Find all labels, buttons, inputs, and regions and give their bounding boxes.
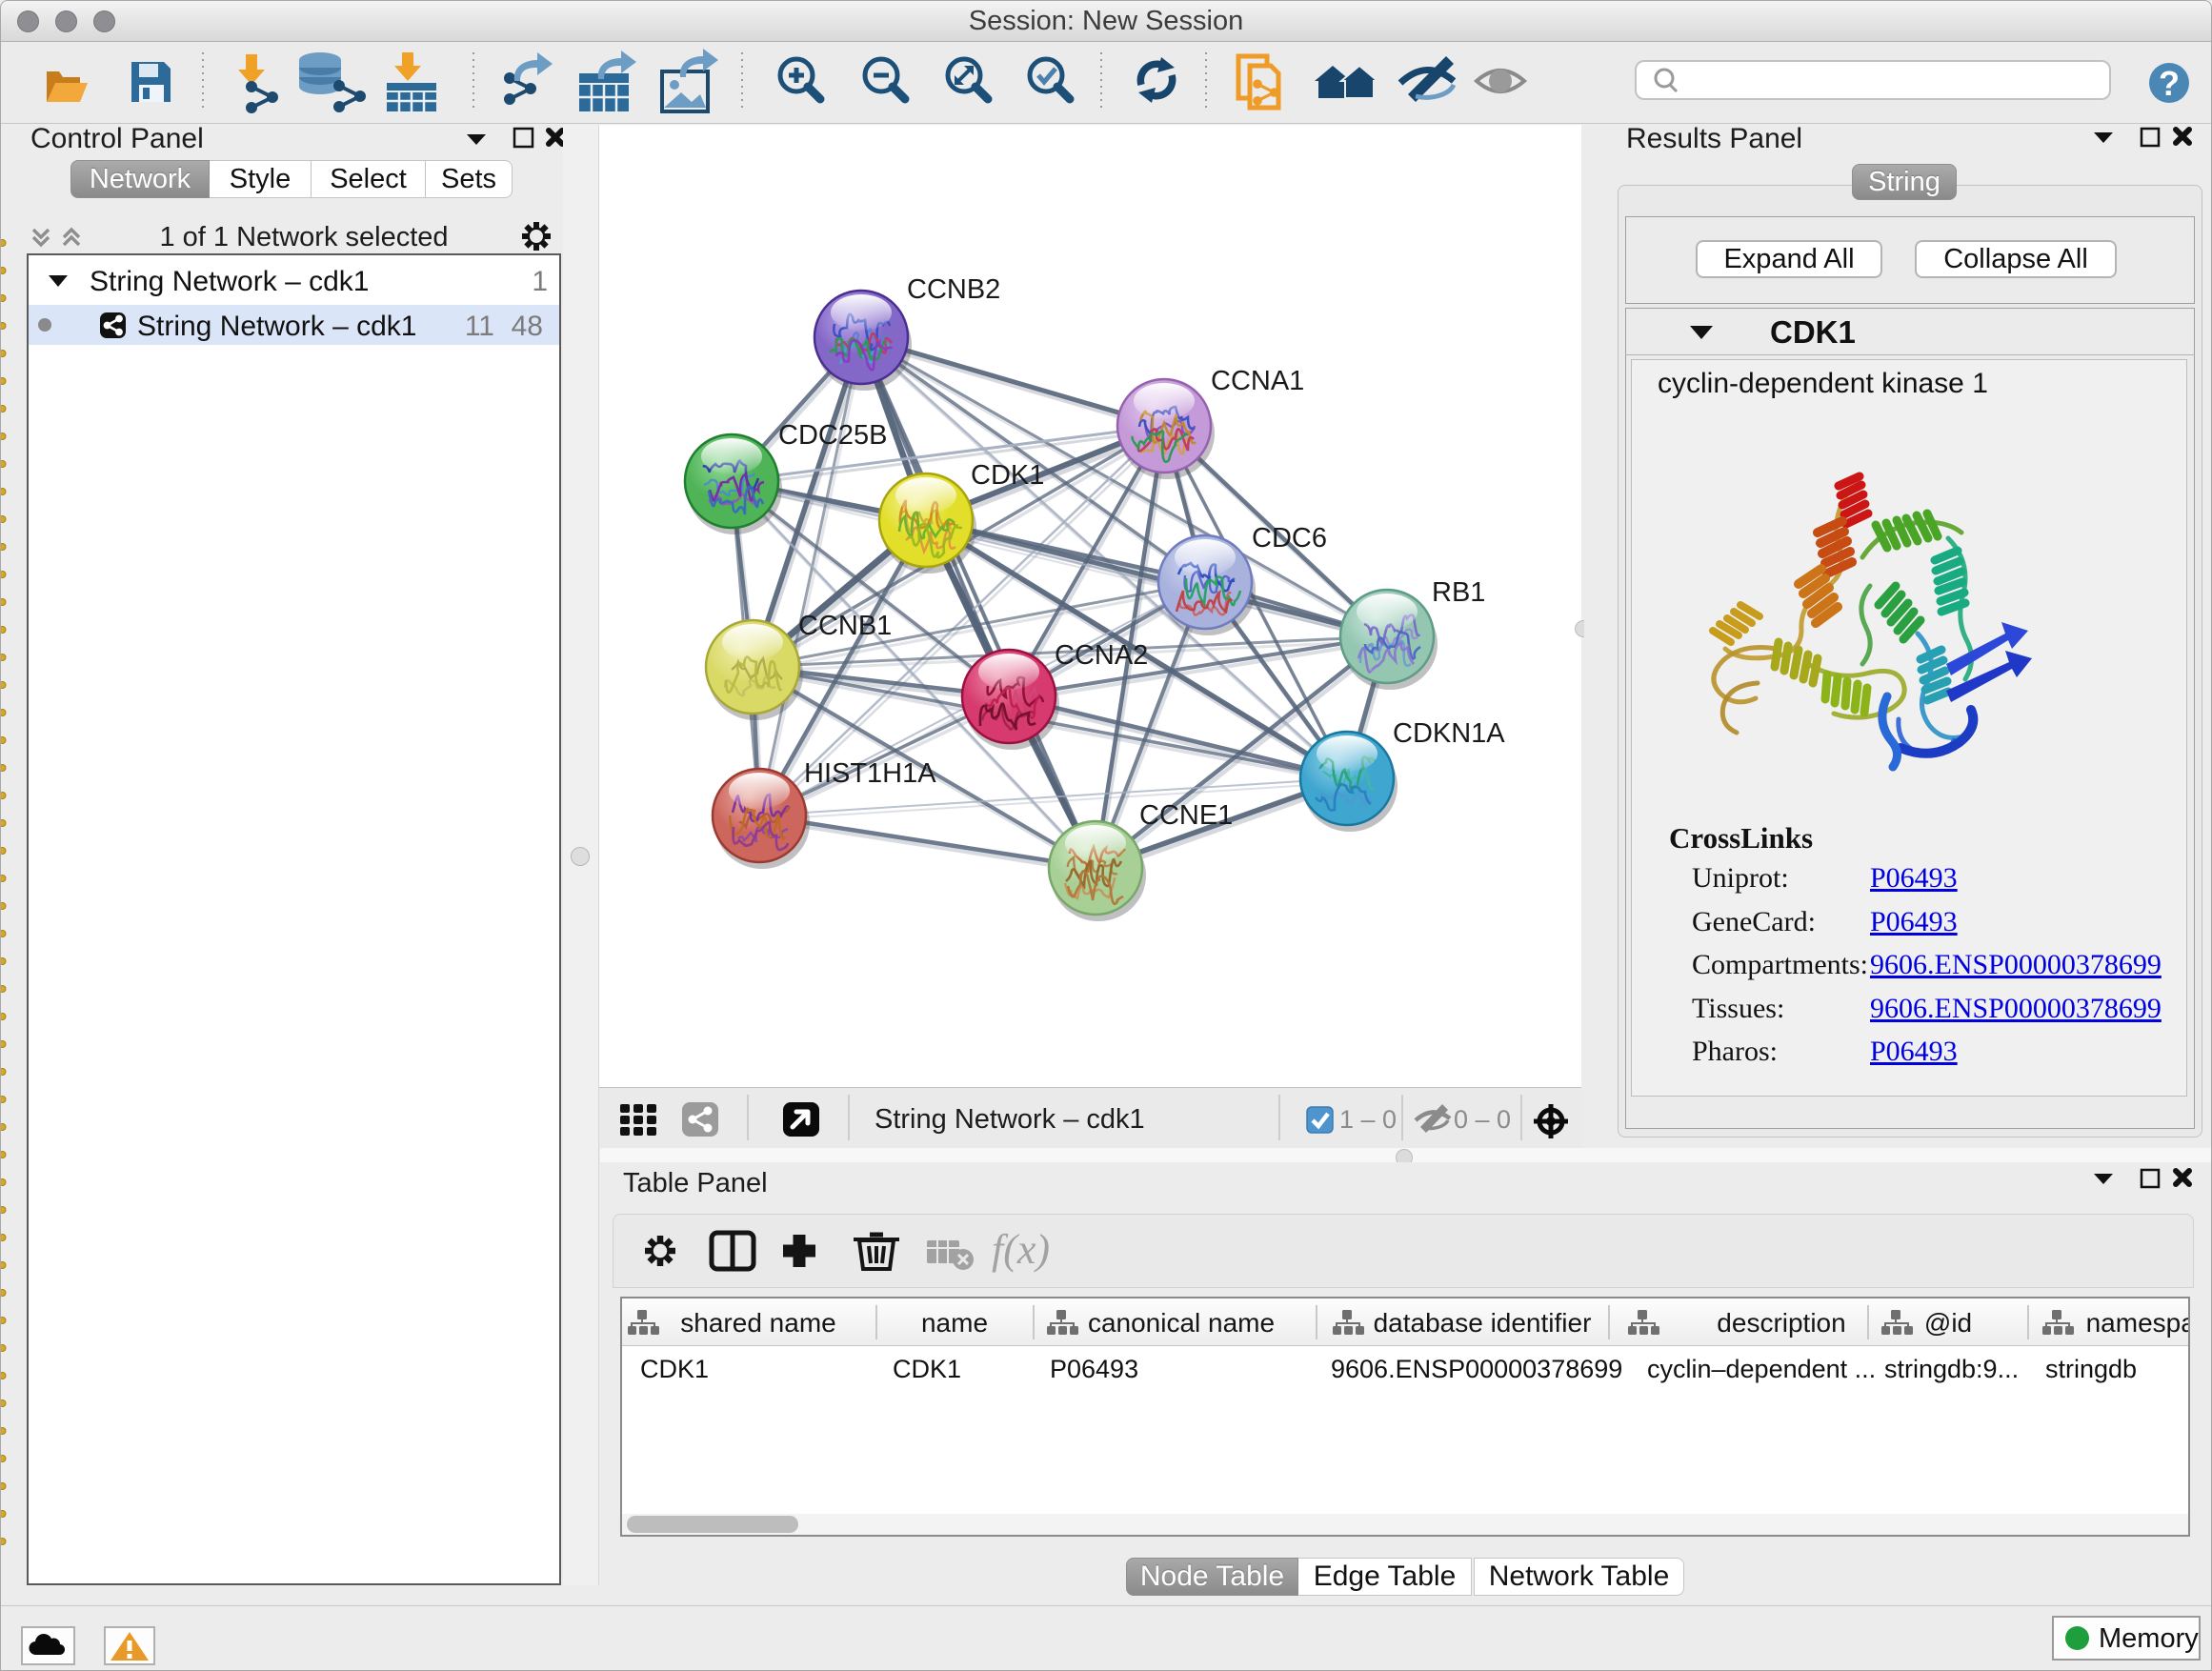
svg-text:CCNB2: CCNB2	[907, 274, 1000, 305]
svg-text:name: name	[921, 1308, 988, 1338]
svg-text:CDK1: CDK1	[640, 1355, 709, 1383]
svg-text:1 of 1 Network selected: 1 of 1 Network selected	[159, 222, 448, 252]
svg-text:0 – 0: 0 – 0	[1454, 1105, 1511, 1134]
svg-text:48: 48	[512, 311, 543, 342]
svg-text:?: ?	[2159, 64, 2180, 103]
svg-text:CDK1: CDK1	[893, 1355, 961, 1383]
svg-text:String Network – cdk1: String Network – cdk1	[875, 1104, 1145, 1135]
svg-text:HIST1H1A: HIST1H1A	[804, 758, 936, 789]
svg-text:CDKN1A: CDKN1A	[1393, 718, 1505, 749]
svg-text:1 – 0: 1 – 0	[1339, 1105, 1397, 1134]
svg-text:f(x): f(x)	[992, 1226, 1050, 1273]
svg-text:9606.ENSP00000378699: 9606.ENSP00000378699	[1331, 1355, 1622, 1383]
svg-text:stringdb:9...: stringdb:9...	[1884, 1355, 2019, 1383]
svg-text:canonical name: canonical name	[1088, 1308, 1275, 1338]
svg-text:@id: @id	[1924, 1308, 1972, 1338]
svg-text:stringdb: stringdb	[2045, 1355, 2137, 1383]
svg-text:CCNB1: CCNB1	[798, 611, 892, 641]
svg-text:CCNA2: CCNA2	[1055, 640, 1148, 671]
svg-text:description: description	[1717, 1308, 1845, 1338]
svg-text:CDC25B: CDC25B	[778, 420, 887, 451]
svg-text:namespace: namespace	[2086, 1308, 2188, 1338]
svg-text:CCNA1: CCNA1	[1211, 366, 1304, 396]
svg-text:CDC6: CDC6	[1252, 523, 1327, 554]
svg-text:cyclin–dependent ...: cyclin–dependent ...	[1647, 1355, 1876, 1383]
svg-text:shared name: shared name	[680, 1308, 835, 1338]
svg-text:String Network – cdk1: String Network – cdk1	[137, 311, 416, 342]
svg-text:11: 11	[465, 311, 494, 342]
svg-text:String Network – cdk1: String Network – cdk1	[90, 266, 369, 297]
svg-text:RB1: RB1	[1432, 577, 1485, 608]
svg-text:database identifier: database identifier	[1374, 1308, 1592, 1338]
svg-text:P06493: P06493	[1050, 1355, 1138, 1383]
svg-text:1: 1	[532, 266, 548, 297]
svg-text:CDK1: CDK1	[971, 460, 1044, 491]
svg-text:CCNE1: CCNE1	[1139, 800, 1233, 831]
